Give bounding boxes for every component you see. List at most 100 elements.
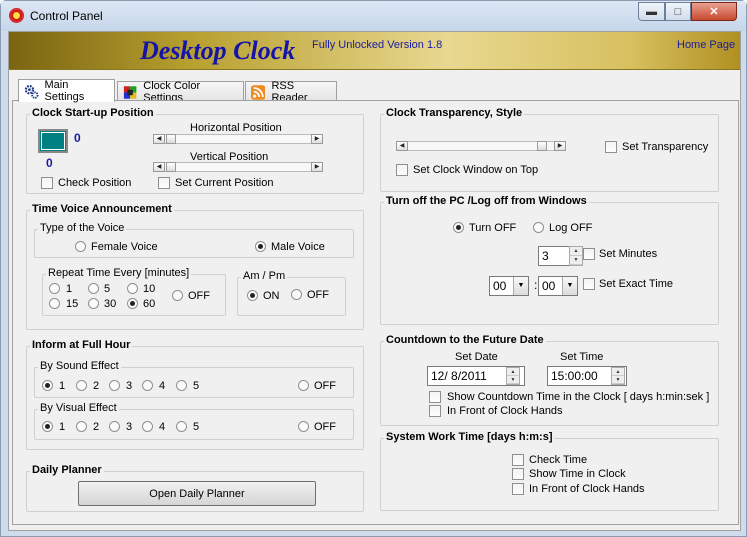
time-value: 15:00:00 <box>551 369 598 383</box>
horizontal-position-slider[interactable]: ◀ ▶ <box>153 134 323 144</box>
visual-4-radio[interactable] <box>142 421 153 432</box>
sound-2-label: 2 <box>93 380 100 392</box>
date-value: 12/ 8/2011 <box>431 369 487 383</box>
repeat-30-radio[interactable] <box>88 298 99 309</box>
minimize-button[interactable]: ▬ <box>638 2 665 21</box>
hour-select[interactable]: 00 ▼ <box>489 276 529 296</box>
visual-2-radio[interactable] <box>76 421 87 432</box>
spin-down-icon[interactable]: ▼ <box>570 256 582 265</box>
chevron-down-icon[interactable]: ▼ <box>562 277 577 295</box>
sound-1-radio[interactable] <box>42 380 53 391</box>
time-spinner[interactable]: ▲ ▼ <box>611 367 625 385</box>
sound-off-radio[interactable] <box>298 380 309 391</box>
repeat-1-radio[interactable] <box>49 283 60 294</box>
visual-5-radio[interactable] <box>176 421 187 432</box>
log-off-radio[interactable] <box>533 222 544 233</box>
visual-1-radio[interactable] <box>42 421 53 432</box>
log-off-label: Log OFF <box>549 222 593 234</box>
visual-1-label: 1 <box>59 421 66 433</box>
spin-down-icon[interactable]: ▼ <box>612 376 624 384</box>
countdown-in-front-checkbox[interactable] <box>429 405 441 417</box>
ampm-off-radio[interactable] <box>291 289 302 300</box>
chevron-down-icon[interactable]: ▼ <box>513 277 528 295</box>
set-current-position-checkbox[interactable] <box>158 177 170 189</box>
maximize-button[interactable]: □ <box>665 2 691 21</box>
transparency-slider[interactable]: ◀ ▶ <box>396 141 566 151</box>
sound-4-radio[interactable] <box>142 380 153 391</box>
open-daily-planner-button[interactable]: Open Daily Planner <box>78 481 316 506</box>
slider-thumb[interactable] <box>166 134 176 144</box>
visual-effect-label: By Visual Effect <box>38 402 119 414</box>
check-position-checkbox[interactable] <box>41 177 53 189</box>
minute-value: 00 <box>542 279 556 293</box>
minutes-spinner[interactable]: ▲ ▼ <box>569 246 583 266</box>
sound-4-label: 4 <box>159 380 166 392</box>
slider-right-arrow-icon[interactable]: ▶ <box>311 162 323 172</box>
visual-off-radio[interactable] <box>298 421 309 432</box>
set-minutes-checkbox[interactable] <box>583 248 595 260</box>
daily-planner-title: Daily Planner <box>30 464 104 476</box>
work-time-title: System Work Time [days h:m:s] <box>384 431 555 443</box>
repeat-30-label: 30 <box>104 298 117 310</box>
sound-5-label: 5 <box>193 380 200 392</box>
repeat-5-label: 5 <box>104 283 111 295</box>
gears-icon <box>24 84 39 99</box>
ampm-on-radio[interactable] <box>247 290 258 301</box>
ampm-on-label: ON <box>263 290 280 302</box>
window-on-top-checkbox[interactable] <box>396 164 408 176</box>
repeat-10-radio[interactable] <box>127 283 138 294</box>
minimize-icon: ▬ <box>646 5 657 18</box>
visual-3-radio[interactable] <box>109 421 120 432</box>
sound-1-label: 1 <box>59 380 66 392</box>
clock-position-swatch[interactable] <box>38 129 68 153</box>
repeat-60-radio[interactable] <box>127 298 138 309</box>
tab-clock-color-settings[interactable]: Clock Color Settings <box>117 80 244 104</box>
set-exact-time-label: Set Exact Time <box>599 278 673 290</box>
tab-rss-reader[interactable]: RSS Reader <box>245 80 337 104</box>
set-date-label: Set Date <box>455 351 498 363</box>
sound-3-radio[interactable] <box>109 380 120 391</box>
slider-thumb[interactable] <box>537 141 547 151</box>
repeat-5-radio[interactable] <box>88 283 99 294</box>
spin-up-icon[interactable]: ▲ <box>612 368 624 376</box>
spin-up-icon[interactable]: ▲ <box>507 368 519 376</box>
show-countdown-checkbox[interactable] <box>429 391 441 403</box>
tab-main-settings[interactable]: Main Settings <box>18 79 115 103</box>
slider-left-arrow-icon[interactable]: ◀ <box>153 162 165 172</box>
vertical-position-slider[interactable]: ◀ ▶ <box>153 162 323 172</box>
window-on-top-label: Set Clock Window on Top <box>413 164 539 176</box>
female-voice-radio[interactable] <box>75 241 86 252</box>
male-voice-radio[interactable] <box>255 241 266 252</box>
repeat-15-radio[interactable] <box>49 298 60 309</box>
slider-left-arrow-icon[interactable]: ◀ <box>153 134 165 144</box>
home-page-link[interactable]: Home Page <box>677 39 735 51</box>
set-transparency-checkbox[interactable] <box>605 141 617 153</box>
repeat-60-label: 60 <box>143 298 156 310</box>
female-voice-label: Female Voice <box>91 241 158 253</box>
show-time-checkbox[interactable] <box>512 468 524 480</box>
spin-up-icon[interactable]: ▲ <box>570 247 582 256</box>
slider-right-arrow-icon[interactable]: ▶ <box>311 134 323 144</box>
date-spinner[interactable]: ▲ ▼ <box>506 367 520 385</box>
spin-down-icon[interactable]: ▼ <box>507 376 519 384</box>
turn-off-radio[interactable] <box>453 222 464 233</box>
check-time-checkbox[interactable] <box>512 454 524 466</box>
sound-2-radio[interactable] <box>76 380 87 391</box>
tab-main-settings-label: Main Settings <box>44 79 85 103</box>
slider-left-arrow-icon[interactable]: ◀ <box>396 141 408 151</box>
set-exact-time-checkbox[interactable] <box>583 278 595 290</box>
repeat-off-radio[interactable] <box>172 290 183 301</box>
turn-off-label: Turn OFF <box>469 222 517 234</box>
minutes-input[interactable]: 3 <box>538 246 570 266</box>
title-bar[interactable]: Control Panel ▬ □ ✕ <box>1 1 746 31</box>
visual-2-label: 2 <box>93 421 100 433</box>
worktime-in-front-checkbox[interactable] <box>512 483 524 495</box>
sound-5-radio[interactable] <box>176 380 187 391</box>
slider-right-arrow-icon[interactable]: ▶ <box>554 141 566 151</box>
startup-position-title: Clock Start-up Position <box>30 107 156 119</box>
ampm-label: Am / Pm <box>241 270 288 282</box>
minute-select[interactable]: 00 ▼ <box>538 276 578 296</box>
close-button[interactable]: ✕ <box>691 2 737 21</box>
close-icon: ✕ <box>709 6 719 18</box>
slider-thumb[interactable] <box>166 162 176 172</box>
